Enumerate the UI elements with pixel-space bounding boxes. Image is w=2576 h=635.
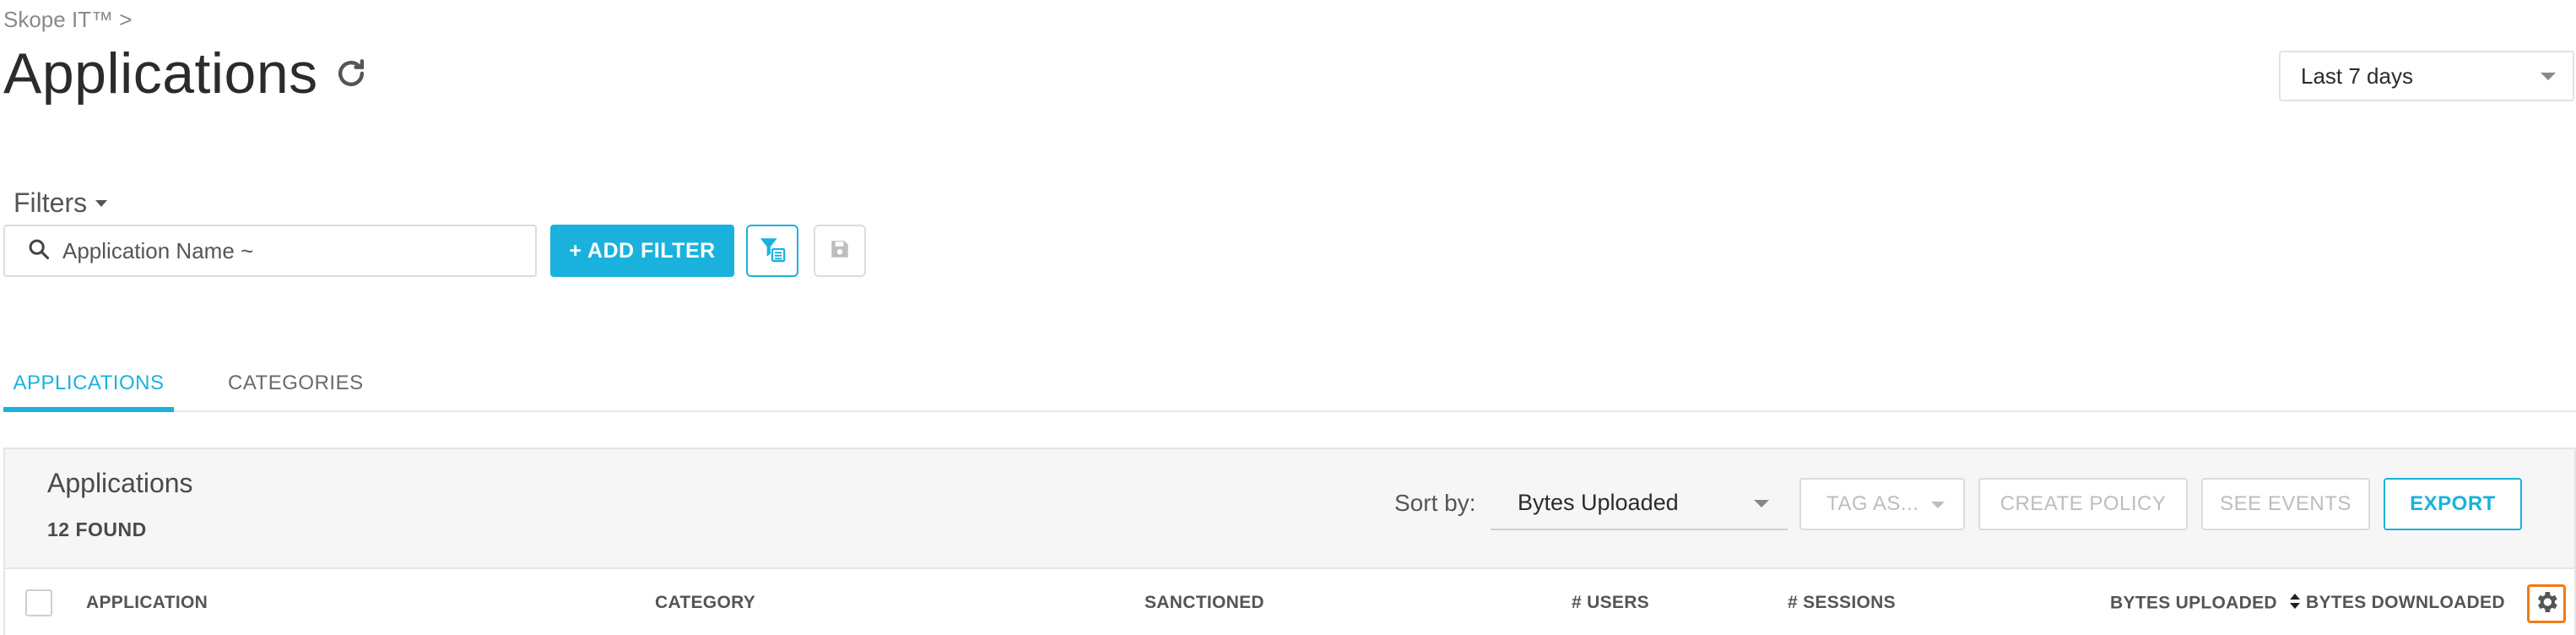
title-row: Applications xyxy=(3,41,371,106)
sort-label: Sort by: xyxy=(1394,490,1476,516)
sort-select-value: Bytes Uploaded xyxy=(1518,489,1679,515)
date-range-value: Last 7 days xyxy=(2301,62,2413,89)
chevron-down-icon xyxy=(1931,502,1945,508)
filters-label: Filters xyxy=(14,187,88,218)
create-policy-button[interactable]: CREATE POLICY xyxy=(1978,478,2188,530)
sort-icon xyxy=(2289,593,2301,615)
search-icon xyxy=(27,237,51,265)
tab-applications[interactable]: APPLICATIONS xyxy=(3,372,174,412)
column-application[interactable]: APPLICATION xyxy=(86,593,208,613)
add-filter-button[interactable]: + ADD FILTER xyxy=(550,225,734,277)
column-bytes-downloaded[interactable]: BYTES DOWNLOADED xyxy=(2306,593,2505,613)
see-events-button[interactable]: SEE EVENTS xyxy=(2201,478,2370,530)
search-box[interactable] xyxy=(3,225,537,277)
panel-title: Applications xyxy=(47,468,193,498)
filters-toggle[interactable]: Filters xyxy=(14,187,108,219)
select-all-checkbox[interactable] xyxy=(25,589,52,616)
save-icon xyxy=(829,238,851,264)
tab-categories[interactable]: CATEGORIES xyxy=(228,372,364,395)
column-bytes-uploaded-label: BYTES UPLOADED xyxy=(2110,593,2277,613)
caret-down-icon xyxy=(95,199,108,207)
tab-bar: APPLICATIONS CATEGORIES xyxy=(3,365,2576,412)
table-header: APPLICATION CATEGORY SANCTIONED # USERS … xyxy=(5,567,2574,635)
column-settings-button[interactable] xyxy=(2527,584,2566,623)
column-sessions[interactable]: # SESSIONS xyxy=(1788,593,1896,613)
filter-list-icon xyxy=(758,235,787,268)
breadcrumb[interactable]: Skope IT™ > xyxy=(3,7,132,33)
column-sanctioned[interactable]: SANCTIONED xyxy=(1145,593,1264,613)
column-users[interactable]: # USERS xyxy=(1572,593,1649,613)
filter-list-button[interactable] xyxy=(746,225,798,277)
result-count: 12 FOUND xyxy=(47,518,147,540)
tag-as-button[interactable]: TAG AS... xyxy=(1799,478,1965,530)
page-title: Applications xyxy=(3,41,318,106)
date-range-select[interactable]: Last 7 days xyxy=(2279,51,2574,101)
refresh-icon[interactable] xyxy=(332,54,371,93)
column-category[interactable]: CATEGORY xyxy=(655,593,755,613)
chevron-down-icon xyxy=(2541,73,2556,80)
chevron-down-icon xyxy=(1754,500,1769,507)
gear-icon xyxy=(2533,589,2560,620)
search-input[interactable] xyxy=(62,237,501,264)
export-button[interactable]: EXPORT xyxy=(2384,478,2522,530)
applications-panel: Applications 12 FOUND Sort by: Bytes Upl… xyxy=(3,448,2576,635)
save-filter-button[interactable] xyxy=(814,225,866,277)
sort-select[interactable]: Bytes Uploaded xyxy=(1491,476,1788,530)
tag-as-label: TAG AS... xyxy=(1826,492,1919,515)
column-bytes-uploaded[interactable]: BYTES UPLOADED xyxy=(2110,593,2301,615)
